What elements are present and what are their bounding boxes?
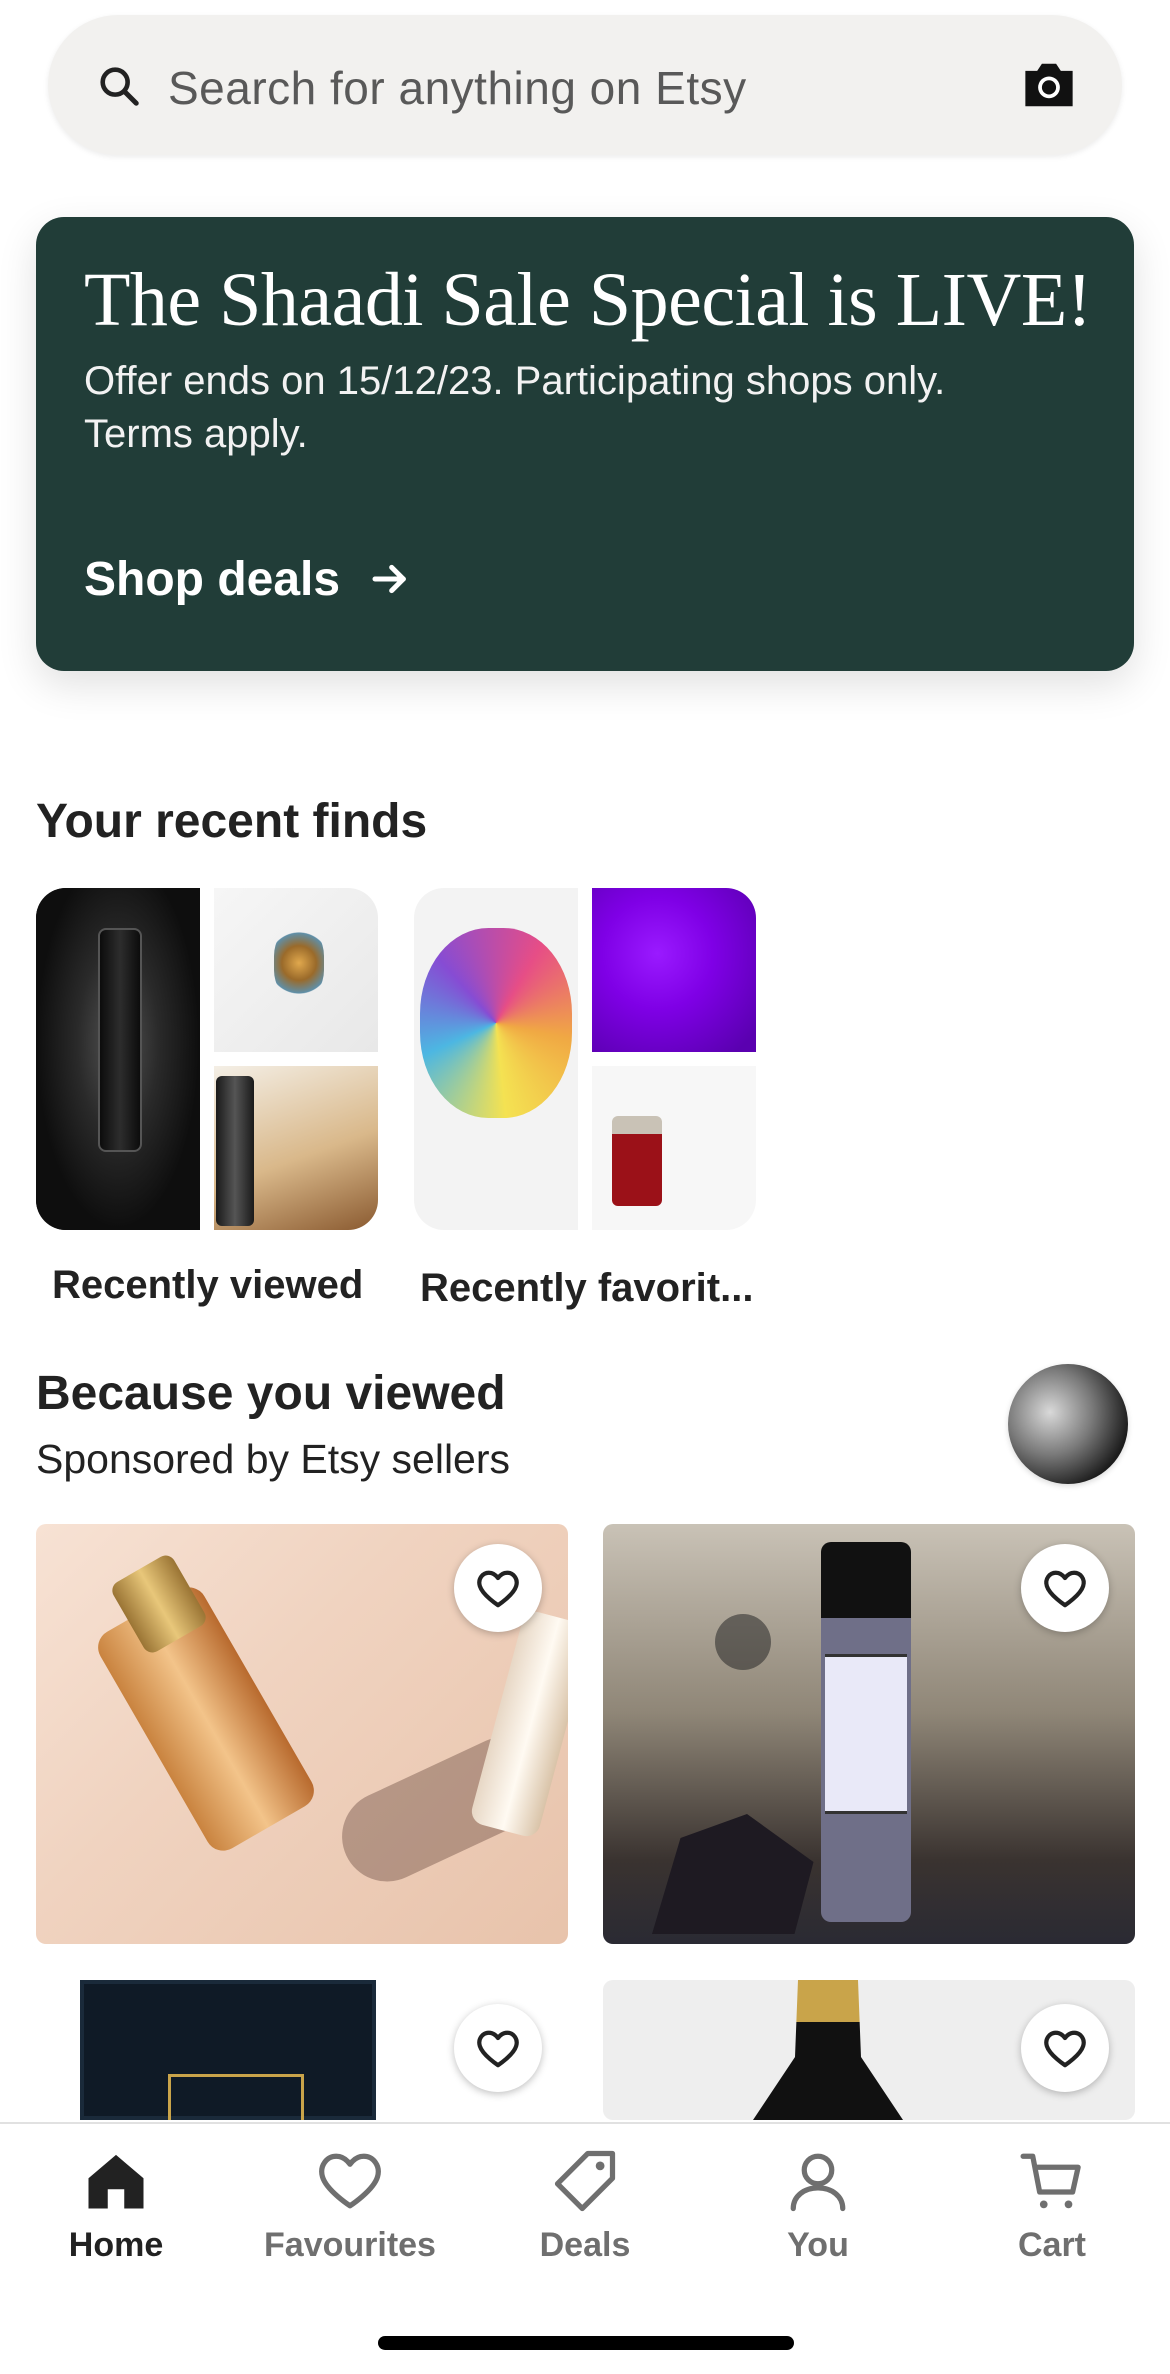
search-icon xyxy=(100,67,139,106)
product-image xyxy=(80,1980,376,2120)
heart-icon xyxy=(477,2030,519,2068)
promo-banner[interactable]: The Shaadi Sale Special is LIVE! Offer e… xyxy=(36,217,1134,671)
heart-icon xyxy=(319,2153,381,2209)
product-image xyxy=(468,1608,568,1840)
nav-you[interactable]: You xyxy=(718,2148,918,2298)
product-thumbnail xyxy=(214,888,378,1052)
banner-subtitle: Offer ends on 15/12/23. Participating sh… xyxy=(84,359,946,456)
person-icon xyxy=(790,2153,846,2212)
product-thumbnail xyxy=(214,1066,378,1230)
favourite-button[interactable] xyxy=(1021,1544,1109,1632)
shop-deals-label: Shop deals xyxy=(84,552,341,606)
favourite-button[interactable] xyxy=(454,1544,542,1632)
tag-icon xyxy=(554,2150,616,2212)
nav-label: Home xyxy=(68,2226,164,2264)
favourite-button[interactable] xyxy=(1021,2004,1109,2092)
product-thumbnail xyxy=(36,888,200,1230)
recently-favorited-collage[interactable] xyxy=(414,888,756,1230)
product-card[interactable] xyxy=(603,1524,1135,1944)
heart-icon xyxy=(1044,2030,1086,2068)
home-icon xyxy=(88,2154,144,2209)
nav-label: Deals xyxy=(539,2226,631,2264)
product-card[interactable] xyxy=(603,1980,1135,2120)
product-image xyxy=(753,1980,903,2120)
product-thumbnail xyxy=(592,888,756,1052)
recently-viewed-label[interactable]: Recently viewed xyxy=(52,1263,363,1308)
arrow-right-icon xyxy=(372,564,406,594)
product-thumbnail xyxy=(592,1066,756,1230)
banner-title: The Shaadi Sale Special is LIVE! xyxy=(84,258,1092,342)
sponsored-subtitle: Sponsored by Etsy sellers xyxy=(36,1436,511,1482)
viewed-item-avatar[interactable] xyxy=(1008,1364,1128,1484)
product-thumbnail xyxy=(414,888,578,1230)
product-card[interactable] xyxy=(36,1980,568,2120)
nav-cart[interactable]: Cart xyxy=(952,2148,1152,2298)
because-you-viewed-title: Because you viewed xyxy=(36,1367,506,1420)
product-card[interactable] xyxy=(36,1524,568,1944)
nav-label: You xyxy=(787,2226,849,2264)
shop-deals-button[interactable]: Shop deals xyxy=(84,547,410,611)
cart-icon xyxy=(1020,2153,1081,2209)
search-input[interactable]: Search for anything on Etsy xyxy=(168,61,747,115)
product-image xyxy=(91,1580,321,1858)
recently-favorited-label[interactable]: Recently favorit... xyxy=(420,1266,753,1311)
recent-finds-title: Your recent finds xyxy=(36,795,428,848)
product-image xyxy=(652,1814,814,1934)
nav-favourites[interactable]: Favourites xyxy=(250,2148,450,2298)
home-indicator xyxy=(378,2336,794,2350)
nav-deals[interactable]: Deals xyxy=(485,2148,685,2298)
nav-label: Cart xyxy=(1017,2226,1087,2264)
nav-label: Favourites xyxy=(264,2226,436,2264)
heart-icon xyxy=(1044,1570,1086,1608)
heart-icon xyxy=(477,1570,519,1608)
nav-home[interactable]: Home xyxy=(16,2148,216,2298)
camera-icon[interactable] xyxy=(1020,59,1078,111)
favourite-button[interactable] xyxy=(454,2004,542,2092)
product-image xyxy=(825,1654,907,1814)
recently-viewed-collage[interactable] xyxy=(36,888,378,1230)
search-bar[interactable]: Search for anything on Etsy xyxy=(48,15,1122,155)
product-image xyxy=(715,1614,771,1670)
